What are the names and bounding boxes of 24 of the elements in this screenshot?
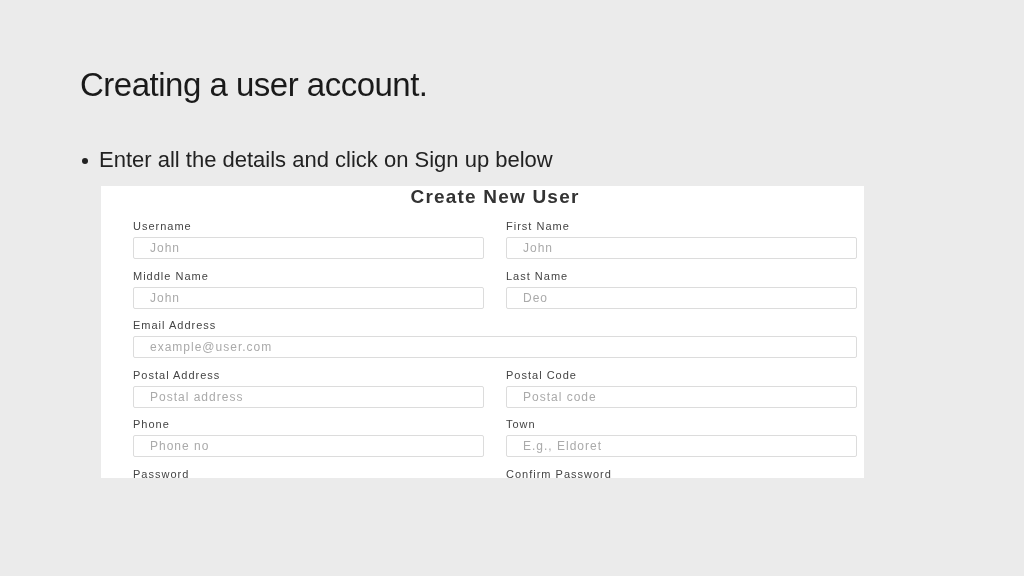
bullet-text: Enter all the details and click on Sign up below xyxy=(99,146,553,174)
input-field[interactable]: Postal code xyxy=(506,385,857,408)
input-field[interactable]: example@user.com xyxy=(133,336,857,358)
field-label: Postal Code xyxy=(506,368,577,382)
form-title: Create New User xyxy=(409,186,581,208)
field-label: Email Address xyxy=(133,319,217,332)
input-field[interactable]: John xyxy=(133,286,484,309)
input-field[interactable]: John xyxy=(506,237,857,259)
field-label: First Name xyxy=(506,220,570,233)
field-label: Confirm Password xyxy=(506,467,612,478)
field-label: Password xyxy=(133,467,190,478)
field-label: Postal Address xyxy=(133,368,221,382)
slide-title: Creating a user account. xyxy=(80,66,429,104)
input-field[interactable]: Phone no xyxy=(133,435,484,457)
input-field[interactable]: E.g., Eldoret xyxy=(506,435,857,457)
bullet-icon xyxy=(82,158,88,164)
field-label: Username xyxy=(133,220,192,233)
input-field[interactable]: Deo xyxy=(506,286,857,309)
field-label: Phone xyxy=(133,418,170,431)
field-label: Last Name xyxy=(506,269,569,283)
input-field[interactable]: Postal address xyxy=(133,385,484,408)
input-field[interactable]: John xyxy=(133,237,484,259)
field-label: Town xyxy=(506,418,536,431)
field-label: Middle Name xyxy=(133,269,209,283)
